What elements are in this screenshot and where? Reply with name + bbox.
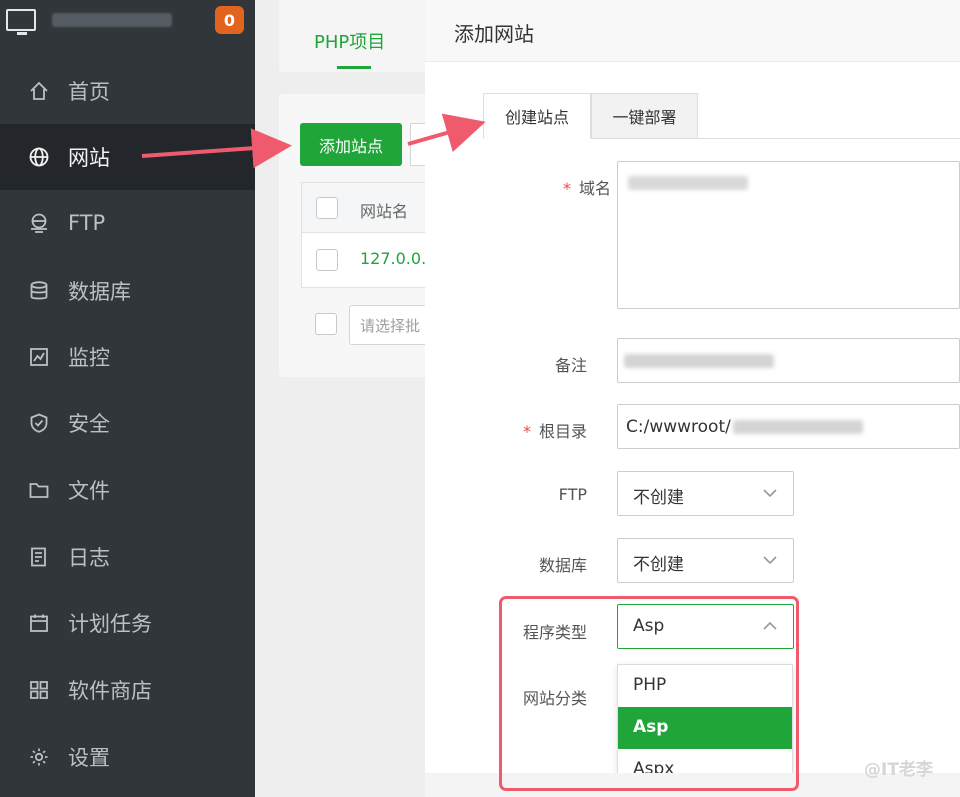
database-icon [28, 280, 50, 302]
sidebar-item-label: FTP [68, 211, 106, 235]
database-label: 数据库 [538, 556, 587, 575]
active-tab-underline [337, 66, 371, 69]
sidebar-item-ftp[interactable]: FTP [0, 190, 255, 256]
sidebar-item-label: 安全 [68, 412, 110, 436]
tab-divider [698, 138, 960, 139]
sidebar-item-monitor[interactable]: 监控 [0, 324, 255, 390]
ftp-select[interactable]: 不创建 [617, 471, 794, 516]
sidebar-item-app-store[interactable]: 软件商店 [0, 657, 255, 723]
globe-icon [28, 146, 50, 168]
sidebar-item-label: 监控 [68, 346, 110, 370]
tab-one-click-deploy[interactable]: 一键部署 [591, 93, 698, 139]
root-dir-blurred [732, 420, 863, 434]
column-header-site-name[interactable]: 网站名 [360, 198, 408, 222]
sidebar: 0 首页 网站 FTP 数据库 监控 安全 文件 日志 计划任务 软件商店 设置 [0, 0, 255, 797]
sidebar-item-label: 文件 [68, 479, 110, 503]
domain-value-blurred [628, 176, 748, 190]
table-row-site-name[interactable]: 127.0.0. [360, 249, 426, 268]
hostname-blurred [52, 13, 172, 27]
remark-label: 备注 [554, 356, 587, 375]
folder-icon [28, 479, 50, 501]
sidebar-item-settings[interactable]: 设置 [0, 724, 255, 790]
chevron-down-icon [763, 489, 777, 498]
shield-icon [28, 412, 50, 434]
sidebar-item-label: 设置 [68, 746, 110, 770]
tab-create-site[interactable]: 创建站点 [483, 93, 591, 139]
dialog-title: 添加网站 [425, 0, 960, 62]
calendar-icon [28, 612, 50, 634]
notification-badge[interactable]: 0 [215, 6, 244, 34]
project-tabbar: PHP项目 [279, 0, 449, 72]
root-dir-label: * 根目录 [522, 422, 587, 441]
sidebar-item-label: 网站 [68, 146, 110, 170]
sidebar-item-label: 软件商店 [68, 679, 152, 703]
tab-php-project[interactable]: PHP项目 [314, 28, 385, 54]
annotation-highlight-box [499, 596, 799, 791]
sidebar-item-label: 数据库 [68, 280, 131, 304]
select-all-checkbox[interactable] [316, 197, 338, 219]
monitor-chart-icon [28, 346, 50, 368]
chevron-down-icon [763, 556, 777, 565]
log-icon [28, 546, 50, 568]
sidebar-item-database[interactable]: 数据库 [0, 258, 255, 324]
batch-checkbox[interactable] [315, 313, 337, 335]
domain-textarea[interactable] [617, 161, 960, 309]
sidebar-item-label: 首页 [68, 80, 110, 104]
ftp-icon [28, 212, 50, 234]
home-icon [28, 80, 50, 102]
site-list-panel: 添加站点 网站名 127.0.0. 请选择批 [279, 94, 450, 377]
sidebar-item-website[interactable]: 网站 [0, 124, 255, 190]
remark-input[interactable] [617, 338, 960, 383]
sidebar-item-home[interactable]: 首页 [0, 58, 255, 124]
sidebar-item-label: 计划任务 [68, 612, 152, 636]
apps-grid-icon [28, 679, 50, 701]
server-monitor-icon [6, 9, 36, 35]
sidebar-item-label: 日志 [68, 546, 110, 570]
ftp-label: FTP [558, 485, 587, 504]
sidebar-item-files[interactable]: 文件 [0, 457, 255, 523]
add-site-button[interactable]: 添加站点 [300, 123, 402, 166]
domain-label: * 域名 [562, 179, 611, 198]
row-checkbox[interactable] [316, 249, 338, 271]
watermark: @IT老李 [864, 760, 933, 780]
gear-icon [28, 746, 50, 768]
sidebar-item-cron[interactable]: 计划任务 [0, 590, 255, 656]
database-select[interactable]: 不创建 [617, 538, 794, 583]
sidebar-item-logs[interactable]: 日志 [0, 524, 255, 590]
root-dir-input[interactable]: C:/wwwroot/ [617, 404, 960, 449]
remark-value-blurred [624, 354, 774, 368]
sidebar-item-security[interactable]: 安全 [0, 390, 255, 456]
sidebar-header: 0 [0, 0, 255, 40]
